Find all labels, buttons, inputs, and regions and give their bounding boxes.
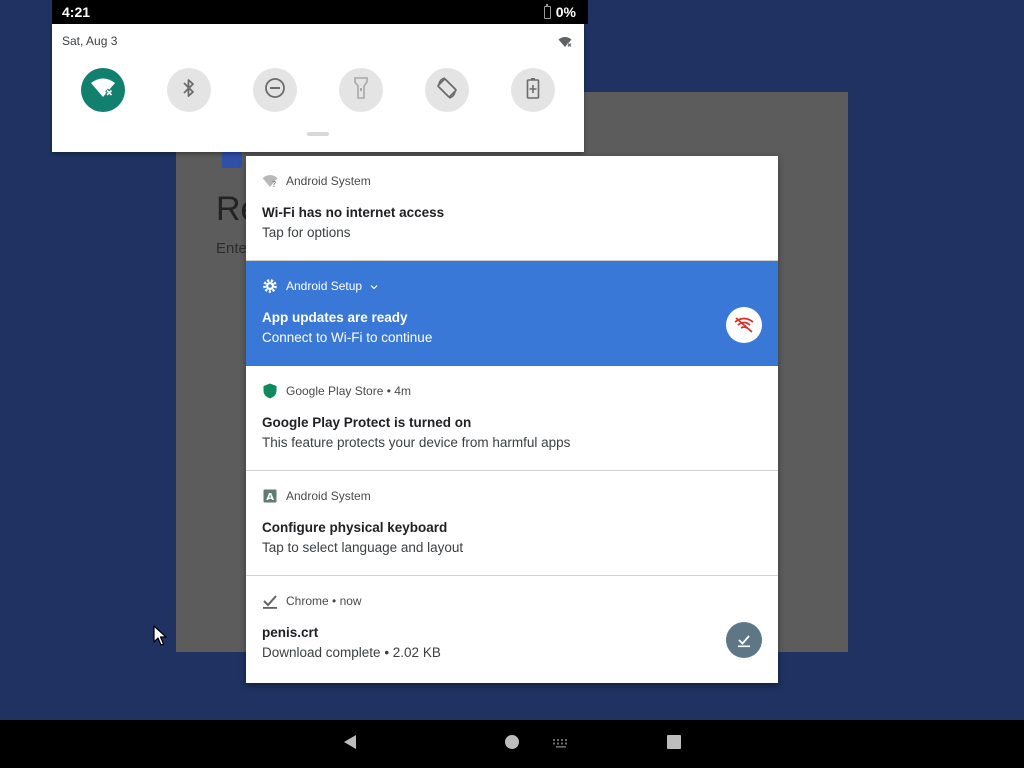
chevron-down-icon[interactable] — [370, 279, 378, 293]
notification-app-name: Chrome — [286, 594, 329, 608]
background-app-subtitle: Ente — [216, 240, 247, 257]
notification-separator: • — [328, 594, 340, 608]
keyboard-a-icon: A — [262, 488, 278, 504]
qs-tile-flashlight[interactable] — [339, 68, 383, 112]
gear-icon — [262, 278, 278, 294]
notification-play-protect[interactable]: Google Play Store • 4m Google Play Prote… — [246, 366, 778, 471]
download-done-icon[interactable] — [726, 622, 762, 658]
download-done-icon — [262, 593, 278, 609]
notification-header: Android Setup — [262, 278, 378, 294]
notification-app-name: Android System — [286, 489, 371, 503]
notification-time: now — [339, 594, 362, 608]
quick-settings-panel: Sat, Aug 3 — [52, 24, 584, 152]
dnd-icon — [264, 77, 286, 104]
notification-text: Download complete • 2.02 KB — [262, 645, 441, 660]
shield-icon — [262, 383, 278, 399]
notification-title: Wi-Fi has no internet access — [262, 205, 445, 220]
keyboard-switch-button[interactable] — [546, 720, 576, 768]
recents-icon — [666, 734, 682, 755]
mouse-cursor-icon — [153, 625, 169, 652]
notification-app-name: Android Setup — [286, 279, 363, 293]
keyboard-icon — [552, 735, 570, 753]
rotate-icon — [436, 76, 458, 104]
notification-panel: ? Android System Wi-Fi has no internet a… — [246, 156, 778, 683]
status-right-group: 0% — [543, 3, 576, 20]
wifi-question-icon: ? — [262, 173, 278, 189]
notification-title: App updates are ready — [262, 310, 408, 325]
notification-wifi-no-internet[interactable]: ? Android System Wi-Fi has no internet a… — [246, 156, 778, 261]
notification-text: Tap for options — [262, 225, 351, 240]
notification-title: Google Play Protect is turned on — [262, 415, 472, 430]
qs-drag-handle[interactable] — [307, 132, 329, 136]
battery-percent: 0% — [555, 4, 576, 20]
notification-app-name: Google Play Store — [286, 384, 384, 398]
notification-text: Tap to select language and layout — [262, 540, 464, 555]
qs-date: Sat, Aug 3 — [62, 34, 118, 48]
notification-separator: • — [383, 384, 395, 398]
status-time: 4:21 — [62, 4, 91, 20]
back-button[interactable] — [330, 720, 370, 768]
notification-title: Configure physical keyboard — [262, 520, 448, 535]
background-app-badge — [222, 152, 242, 168]
battery-saver-icon — [526, 77, 540, 104]
svg-text:?: ? — [272, 180, 276, 188]
notification-text: This feature protects your device from h… — [262, 435, 571, 450]
notification-header: Google Play Store • 4m — [262, 383, 411, 399]
qs-tile-auto-rotate[interactable] — [425, 68, 469, 112]
notification-chrome-download[interactable]: Chrome • now penis.crt Download complete… — [246, 576, 778, 683]
notification-app-name: Android System — [286, 174, 371, 188]
qs-tile-bluetooth[interactable] — [167, 68, 211, 112]
wifi-no-internet-icon — [90, 77, 116, 104]
notification-text: Connect to Wi-Fi to continue — [262, 330, 433, 345]
notification-header: ? Android System — [262, 173, 371, 189]
navigation-bar — [0, 720, 1024, 768]
notification-header: Chrome • now — [262, 593, 362, 609]
notification-app-updates[interactable]: Android Setup App updates are ready Conn… — [246, 261, 778, 366]
qs-tile-battery-saver[interactable] — [511, 68, 555, 112]
wifi-off-icon[interactable] — [726, 307, 762, 343]
flashlight-icon — [354, 76, 368, 104]
notification-physical-keyboard[interactable]: A Android System Configure physical keyb… — [246, 471, 778, 576]
battery-icon — [543, 3, 551, 19]
wifi-no-internet-icon — [558, 35, 572, 53]
status-bar: 4:21 0% — [52, 0, 588, 24]
notification-title: penis.crt — [262, 625, 319, 640]
bluetooth-icon — [182, 78, 196, 103]
qs-tiles-row — [81, 68, 555, 112]
home-button[interactable] — [492, 720, 532, 768]
back-icon — [342, 734, 358, 755]
recents-button[interactable] — [654, 720, 694, 768]
notification-header: A Android System — [262, 488, 371, 504]
home-icon — [504, 734, 520, 755]
qs-tile-do-not-disturb[interactable] — [253, 68, 297, 112]
svg-text:A: A — [266, 492, 274, 503]
qs-tile-wifi[interactable] — [81, 68, 125, 112]
notification-time: 4m — [394, 384, 411, 398]
